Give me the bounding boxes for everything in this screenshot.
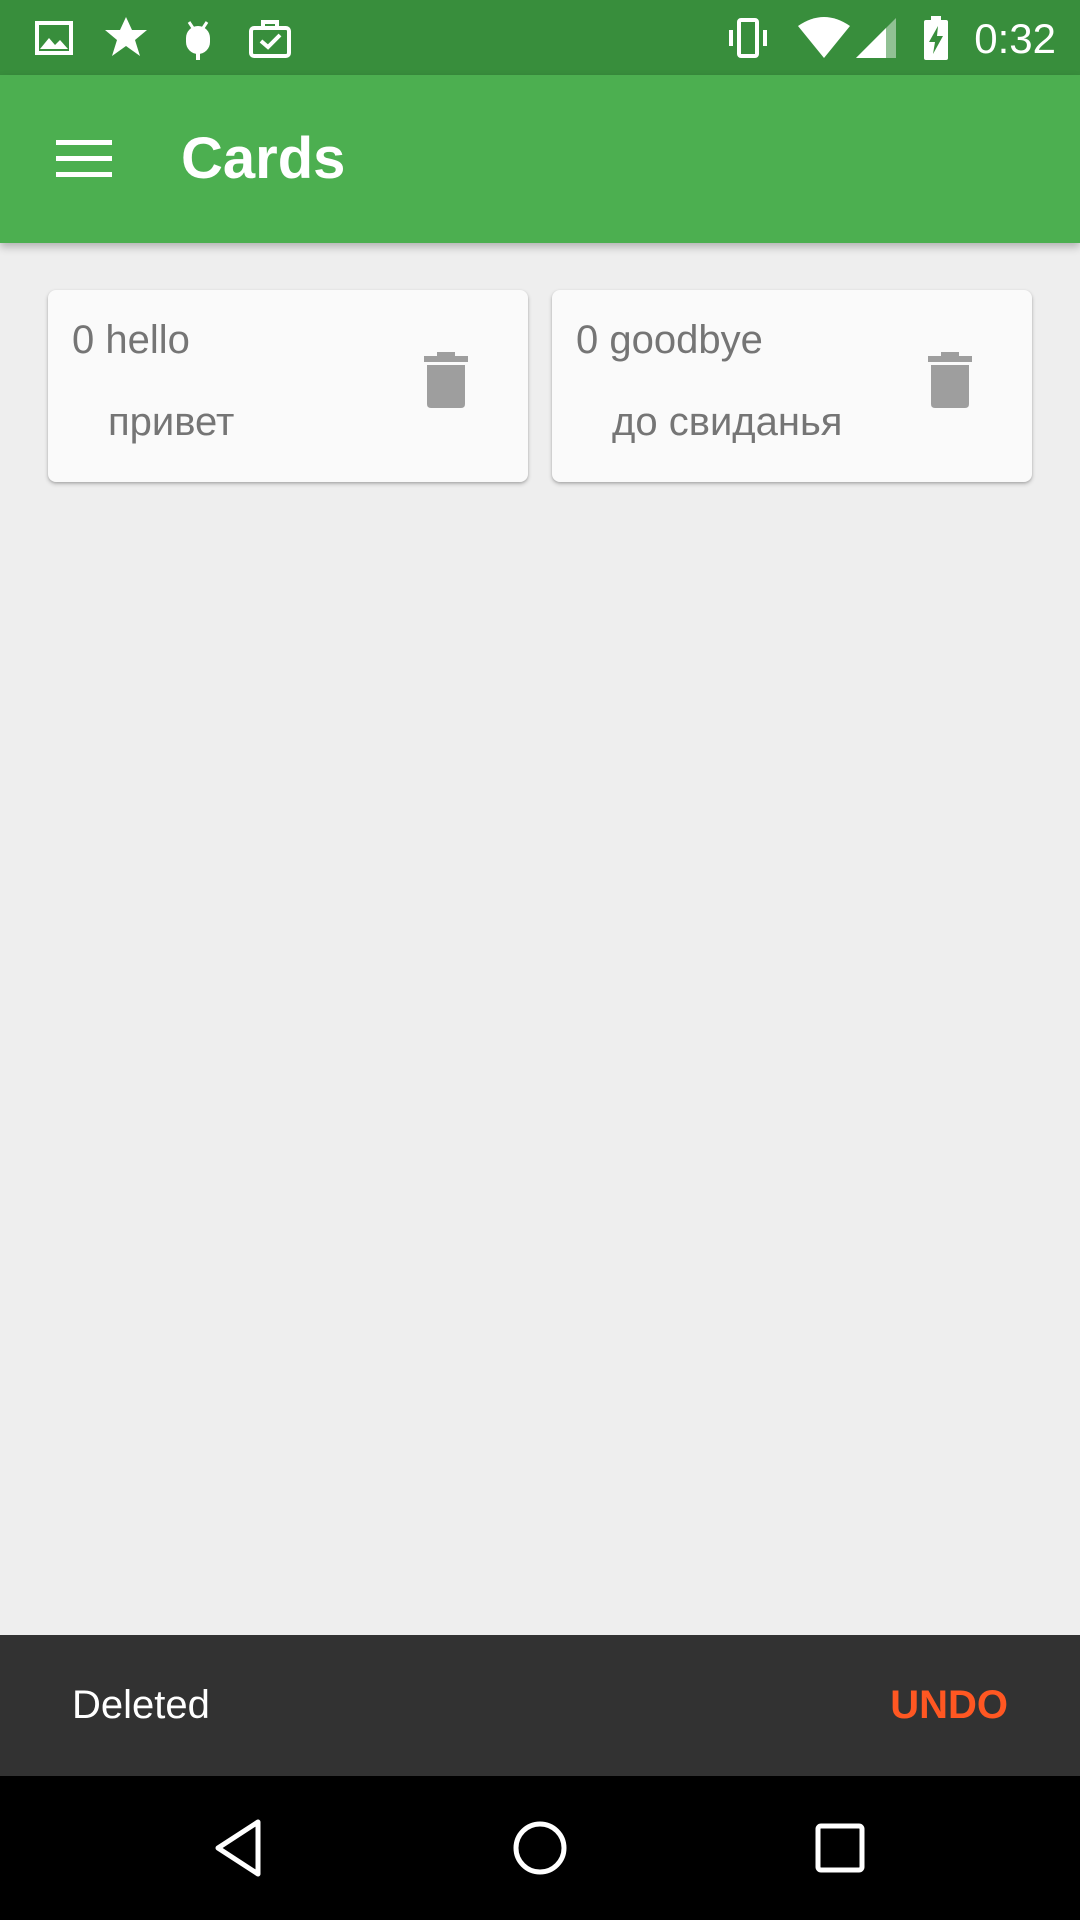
trash-icon[interactable]: [422, 350, 470, 410]
image-icon: [35, 21, 73, 55]
card-front-text: 0 hello: [72, 318, 190, 362]
card-back-text: до свиданья: [612, 400, 843, 444]
card-item[interactable]: 0 hello привет: [48, 290, 528, 482]
clipboard-check-icon: [249, 20, 291, 58]
card-back-text: привет: [108, 400, 235, 444]
vibrate-icon: [729, 18, 767, 58]
snackbar-message: Deleted: [72, 1683, 210, 1727]
battery-charging-icon: [924, 16, 948, 60]
navigation-bar: [0, 1776, 1080, 1920]
star-badge-icon: [105, 17, 147, 56]
page-title: Cards: [181, 126, 346, 191]
menu-button[interactable]: [40, 121, 128, 197]
hamburger-menu-icon: [56, 140, 112, 177]
trash-icon[interactable]: [926, 350, 974, 410]
card-front-text: 0 goodbye: [576, 318, 763, 362]
back-icon[interactable]: [204, 1812, 276, 1884]
undo-button[interactable]: UNDO: [890, 1635, 1008, 1776]
app-bar: Cards: [0, 75, 1080, 243]
card-item[interactable]: 0 goodbye до свиданья: [552, 290, 1032, 482]
snackbar: Deleted UNDO: [0, 1635, 1080, 1776]
screen: 0:32 Cards 0 hello привет 0 goodbye до с…: [0, 0, 1080, 1920]
status-bar: 0:32: [0, 0, 1080, 75]
signal-icon: [856, 18, 896, 58]
status-time: 0:32: [974, 15, 1056, 62]
wifi-icon: [798, 17, 850, 58]
recents-icon[interactable]: [804, 1812, 876, 1884]
android-debug-icon: [186, 21, 210, 60]
home-icon[interactable]: [504, 1812, 576, 1884]
